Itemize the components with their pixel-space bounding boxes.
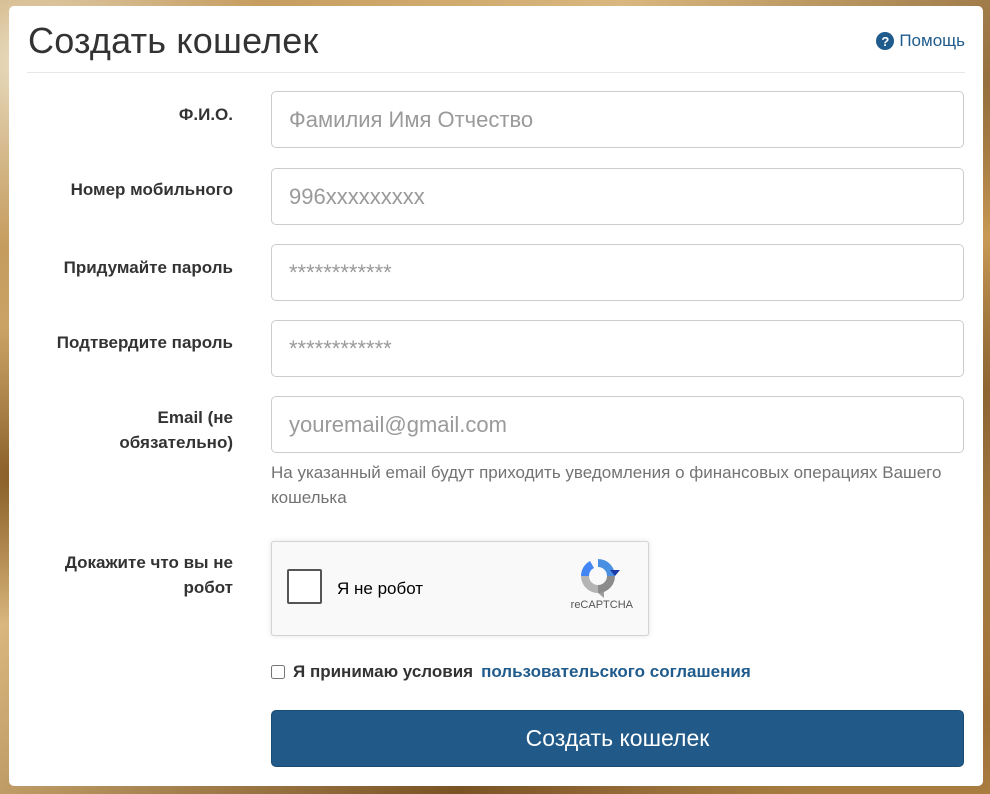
captcha-label-line1: Докажите что вы не — [64, 553, 233, 572]
recaptcha-brand: reCAPTCHA — [570, 599, 633, 611]
password-label: Придумайте пароль — [63, 258, 233, 277]
terms-text: Я принимаю условия — [293, 662, 474, 681]
create-wallet-panel: Создать кошелек ? Помощь Ф.И.О. Номер мо… — [9, 6, 983, 786]
terms-checkbox[interactable] — [271, 665, 285, 679]
panel-header: Создать кошелек ? Помощь — [27, 6, 965, 73]
captcha-label-line2: робот — [183, 578, 233, 597]
create-wallet-button[interactable]: Создать кошелек — [271, 710, 964, 767]
page-title: Создать кошелек — [28, 20, 319, 61]
email-input[interactable] — [271, 396, 964, 453]
help-link[interactable]: ? Помощь — [876, 31, 965, 51]
email-label: Email (не обязательно) — [119, 405, 233, 455]
email-label-line1: Email (не — [157, 408, 233, 427]
recaptcha-checkbox[interactable] — [287, 569, 322, 604]
terms-link[interactable]: пользовательского соглашения — [481, 662, 751, 682]
phone-label: Номер мобильного — [70, 180, 233, 199]
recaptcha-widget: Я не робот reCAPTCHA — [271, 541, 649, 636]
captcha-label: Докажите что вы не робот — [65, 550, 233, 600]
recaptcha-text: Я не робот — [337, 579, 424, 598]
password-input[interactable] — [271, 244, 964, 301]
phone-input[interactable] — [271, 168, 964, 225]
fio-label: Ф.И.О. — [178, 105, 233, 124]
help-label: Помощь — [899, 31, 965, 50]
recaptcha-logo-icon — [581, 559, 620, 598]
password-confirm-input[interactable] — [271, 320, 964, 377]
question-circle-icon: ? — [876, 32, 895, 50]
fio-input[interactable] — [271, 91, 964, 148]
terms-row: Я принимаю условия пользовательского сог… — [271, 662, 751, 682]
email-label-line2: обязательно) — [119, 433, 233, 452]
email-hint: На указанный email будут приходить уведо… — [271, 463, 942, 507]
password-confirm-label: Подтвердите пароль — [56, 333, 233, 352]
